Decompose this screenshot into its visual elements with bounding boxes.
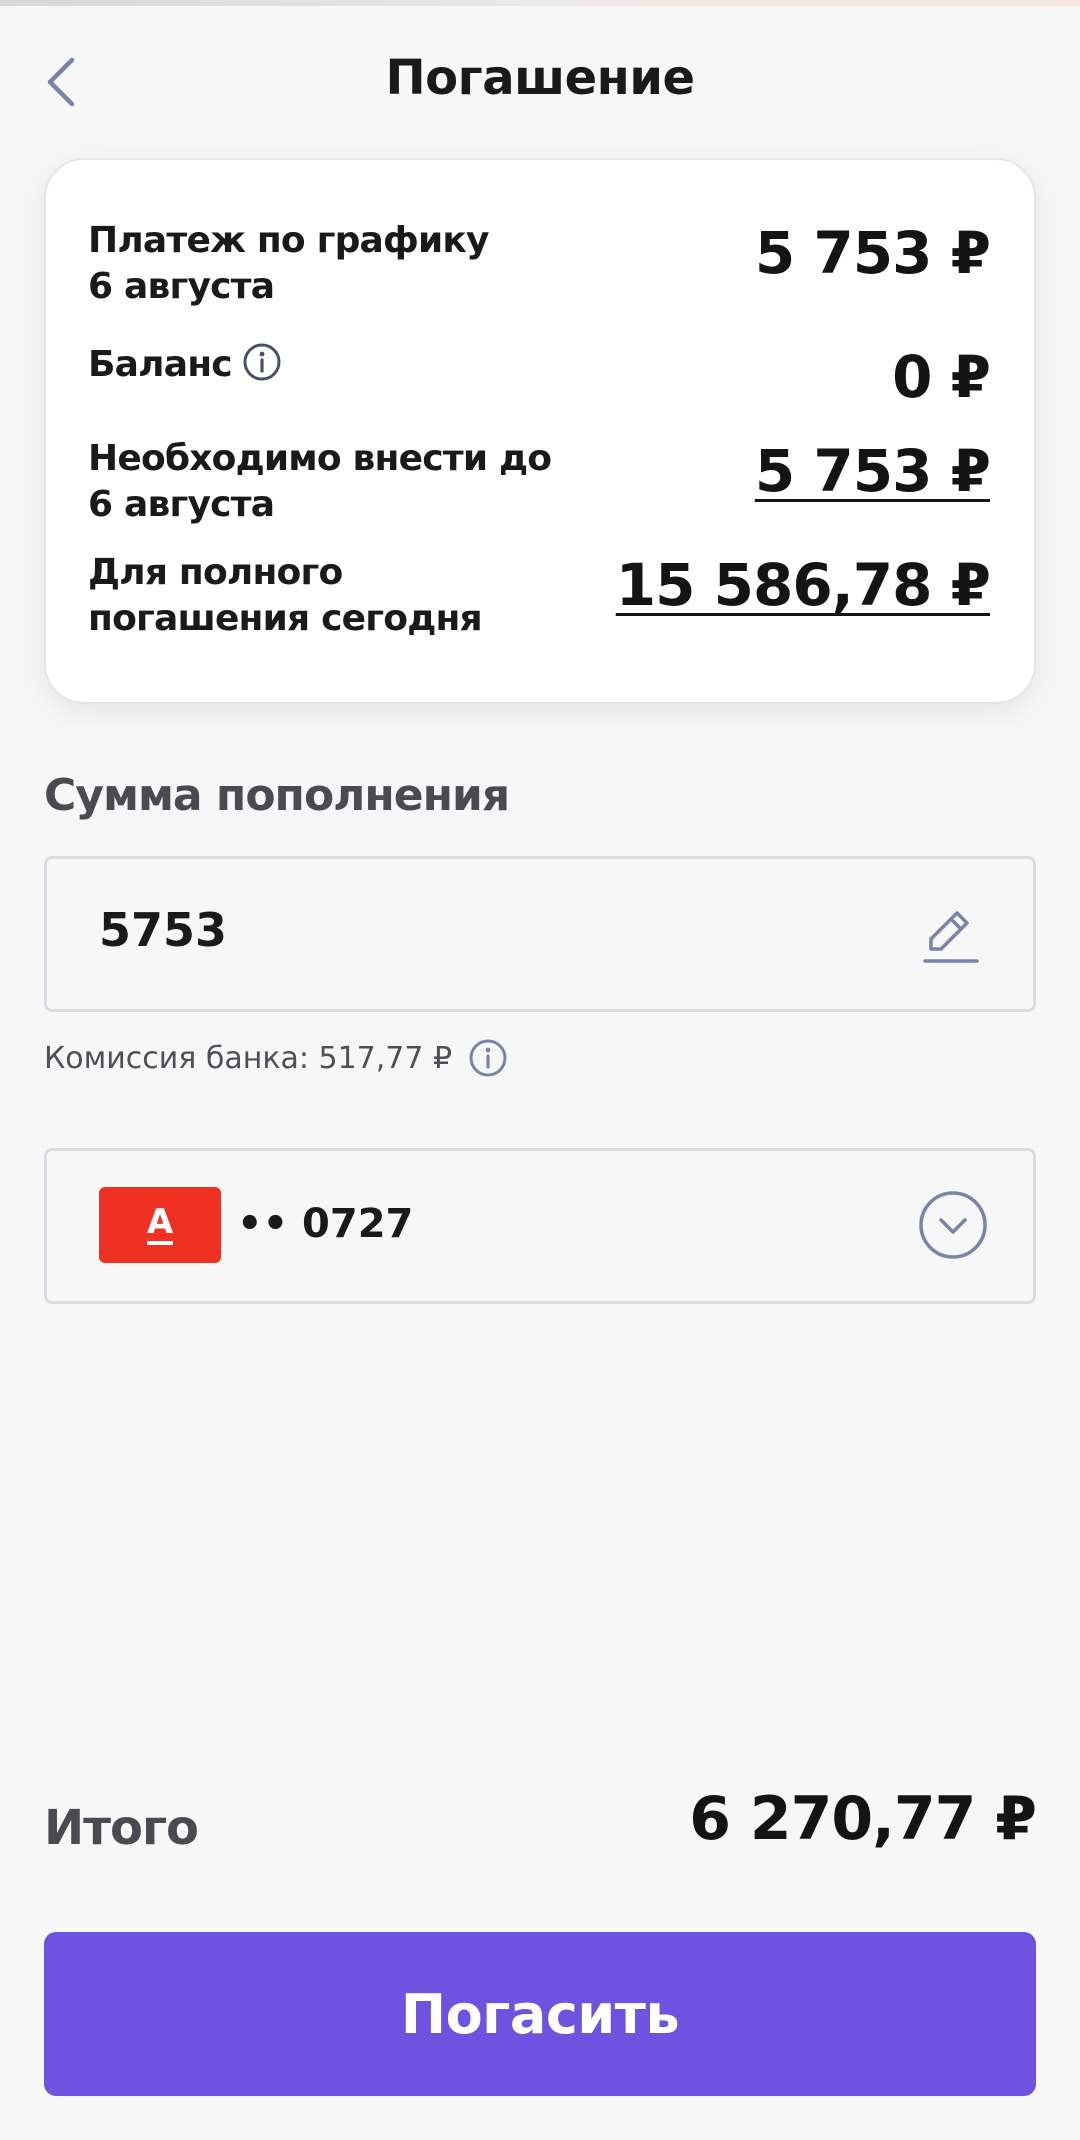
balance-info-button[interactable] xyxy=(242,342,282,382)
info-icon xyxy=(469,1039,507,1077)
required-payment-row: Необходимо внести до 6 августа 5 753 ₽ xyxy=(88,436,991,528)
card-dropdown-toggle[interactable] xyxy=(917,1189,989,1261)
card-masked-number: •• 0727 xyxy=(237,1201,414,1247)
scheduled-payment-label: Платеж по графику 6 августа xyxy=(88,218,588,310)
balance-value: 0 ₽ xyxy=(892,343,991,411)
full-repayment-label-line1: Для полного xyxy=(88,552,343,593)
balance-label-wrap: Баланс xyxy=(88,342,588,388)
page-title: Погашение xyxy=(385,50,696,106)
required-payment-label-line1: Необходимо внести до xyxy=(88,438,552,479)
full-repayment-label-line2: погашения сегодня xyxy=(88,598,483,639)
commission-row: Комиссия банка: 517,77 ₽ xyxy=(44,1038,508,1078)
bank-logo-letter: А xyxy=(146,1205,174,1245)
full-repayment-row: Для полного погашения сегодня 15 586,78 … xyxy=(88,550,991,642)
edit-amount-button[interactable] xyxy=(921,903,981,967)
required-payment-label: Необходимо внести до 6 августа xyxy=(88,436,588,528)
full-repayment-value[interactable]: 15 586,78 ₽ xyxy=(616,550,991,620)
commission-info-button[interactable] xyxy=(468,1038,508,1078)
scheduled-payment-label-line2: 6 августа xyxy=(88,266,275,307)
pencil-icon xyxy=(923,911,979,963)
total-value: 6 270,77 ₽ xyxy=(689,1784,1037,1854)
payment-card-select[interactable]: А •• 0727 xyxy=(44,1148,1036,1304)
topup-section-title: Сумма пополнения xyxy=(44,770,510,821)
pay-button[interactable]: Погасить xyxy=(44,1932,1036,2096)
topup-amount-field[interactable]: 5753 xyxy=(44,856,1036,1012)
required-payment-value[interactable]: 5 753 ₽ xyxy=(755,436,991,506)
summary-card: Платеж по графику 6 августа 5 753 ₽ Бала… xyxy=(44,158,1036,704)
balance-label: Баланс xyxy=(88,344,233,385)
full-repayment-label: Для полного погашения сегодня xyxy=(88,550,588,642)
topup-amount-value[interactable]: 5753 xyxy=(99,903,227,957)
chevron-down-circle-icon xyxy=(919,1191,987,1259)
header: Погашение xyxy=(0,6,1080,150)
commission-text: Комиссия банка: 517,77 ₽ xyxy=(44,1040,453,1076)
balance-row: Баланс 0 ₽ xyxy=(88,342,991,412)
info-icon xyxy=(243,343,281,381)
bank-logo: А xyxy=(99,1187,221,1263)
required-payment-label-line2: 6 августа xyxy=(88,484,275,525)
scheduled-payment-value: 5 753 ₽ xyxy=(754,219,991,287)
scheduled-payment-label-line1: Платеж по графику xyxy=(88,220,489,261)
total-label: Итого xyxy=(44,1800,199,1856)
scheduled-payment-row: Платеж по графику 6 августа 5 753 ₽ xyxy=(88,218,991,310)
